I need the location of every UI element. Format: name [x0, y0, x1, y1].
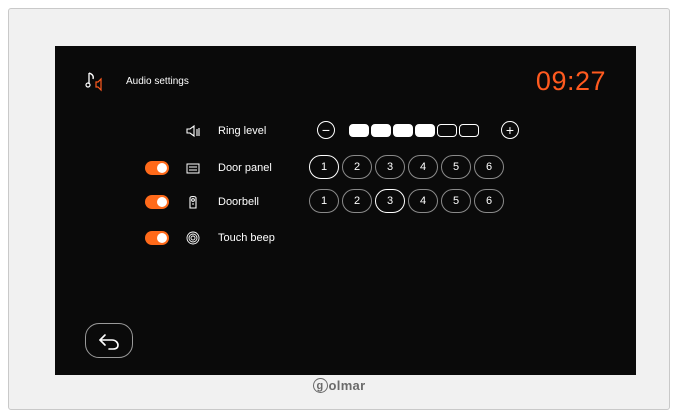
doorbell-row: Doorbell 123456 [55, 189, 636, 215]
tone-option[interactable]: 6 [474, 155, 504, 179]
tone-option[interactable]: 5 [441, 155, 471, 179]
door-panel-icon [186, 163, 200, 174]
doorbell-toggle[interactable] [145, 195, 169, 209]
speaker-icon [186, 124, 200, 138]
fingerprint-icon [186, 231, 200, 245]
tone-option[interactable]: 3 [375, 189, 405, 213]
ring-level-step[interactable] [371, 124, 391, 137]
ring-level-step[interactable] [393, 124, 413, 137]
tone-option[interactable]: 5 [441, 189, 471, 213]
brand-logo-mark: g [312, 378, 328, 394]
back-button[interactable] [85, 323, 133, 358]
doorbell-label: Doorbell [218, 196, 259, 208]
tone-option[interactable]: 4 [408, 155, 438, 179]
tone-option[interactable]: 2 [342, 189, 372, 213]
ring-level-step[interactable] [437, 124, 457, 137]
brand-logo: g olmar [0, 377, 678, 394]
door-panel-tones: 123456 [309, 155, 504, 179]
tone-option[interactable]: 2 [342, 155, 372, 179]
touch-beep-toggle[interactable] [145, 231, 169, 245]
screen: Audio settings 09:27 Ring level − + Door… [55, 46, 636, 375]
tone-option[interactable]: 3 [375, 155, 405, 179]
back-arrow-icon [99, 333, 119, 350]
ring-level-step[interactable] [415, 124, 435, 137]
ring-level-label: Ring level [218, 125, 267, 137]
tone-option[interactable]: 1 [309, 155, 339, 179]
ring-level-increase-button[interactable]: + [501, 121, 519, 139]
minus-icon: − [321, 121, 331, 138]
ring-level-row: Ring level − + [55, 118, 636, 144]
clock: 09:27 [535, 66, 606, 96]
ring-level-step[interactable] [349, 124, 369, 137]
touch-beep-row: Touch beep [55, 225, 636, 251]
doorbell-icon [189, 195, 197, 209]
brand-name: olmar [328, 378, 366, 394]
ring-level-decrease-button[interactable]: − [317, 121, 335, 139]
page-title: Audio settings [126, 76, 189, 87]
touch-beep-label: Touch beep [218, 232, 275, 244]
door-panel-label: Door panel [218, 162, 272, 174]
music-note-speaker-icon [85, 72, 102, 92]
door-panel-row: Door panel 123456 [55, 155, 636, 181]
tone-option[interactable]: 6 [474, 189, 504, 213]
tone-option[interactable]: 1 [309, 189, 339, 213]
doorbell-tones: 123456 [309, 189, 504, 213]
ring-level-bars [349, 124, 479, 137]
door-panel-toggle[interactable] [145, 161, 169, 175]
plus-icon: + [505, 121, 515, 138]
tone-option[interactable]: 4 [408, 189, 438, 213]
ring-level-step[interactable] [459, 124, 479, 137]
